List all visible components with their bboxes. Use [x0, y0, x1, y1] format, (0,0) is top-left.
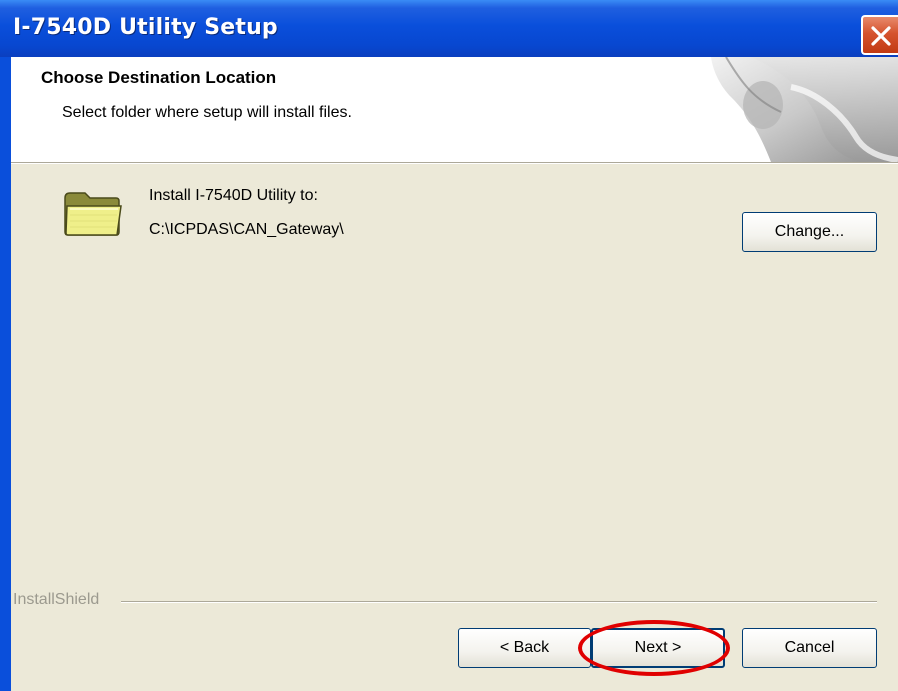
header-subtitle: Select folder where setup will install f…: [62, 104, 352, 121]
installshield-label: InstallShield: [13, 591, 100, 608]
header-divider-highlight: [11, 163, 898, 164]
close-icon: [871, 26, 891, 46]
dialog-header: Choose Destination Location Select folde…: [11, 57, 898, 162]
next-button[interactable]: Next >: [591, 628, 725, 668]
window-frame-left: [0, 57, 11, 691]
window-title: I-7540D Utility Setup: [13, 15, 278, 40]
setup-window: I-7540D Utility Setup Choose Destination…: [0, 0, 898, 691]
change-button[interactable]: Change...: [742, 212, 877, 252]
setup-graphic-icon: [711, 57, 898, 162]
install-path: C:\ICPDAS\CAN_Gateway\: [149, 221, 344, 238]
header-title: Choose Destination Location: [41, 68, 277, 87]
folder-icon: [64, 192, 122, 236]
title-bar[interactable]: I-7540D Utility Setup: [0, 0, 898, 57]
install-to-label: Install I-7540D Utility to:: [149, 187, 318, 204]
cancel-button[interactable]: Cancel: [742, 628, 877, 668]
footer-divider-highlight: [121, 602, 877, 603]
back-button[interactable]: < Back: [458, 628, 591, 668]
close-button[interactable]: [861, 15, 898, 55]
